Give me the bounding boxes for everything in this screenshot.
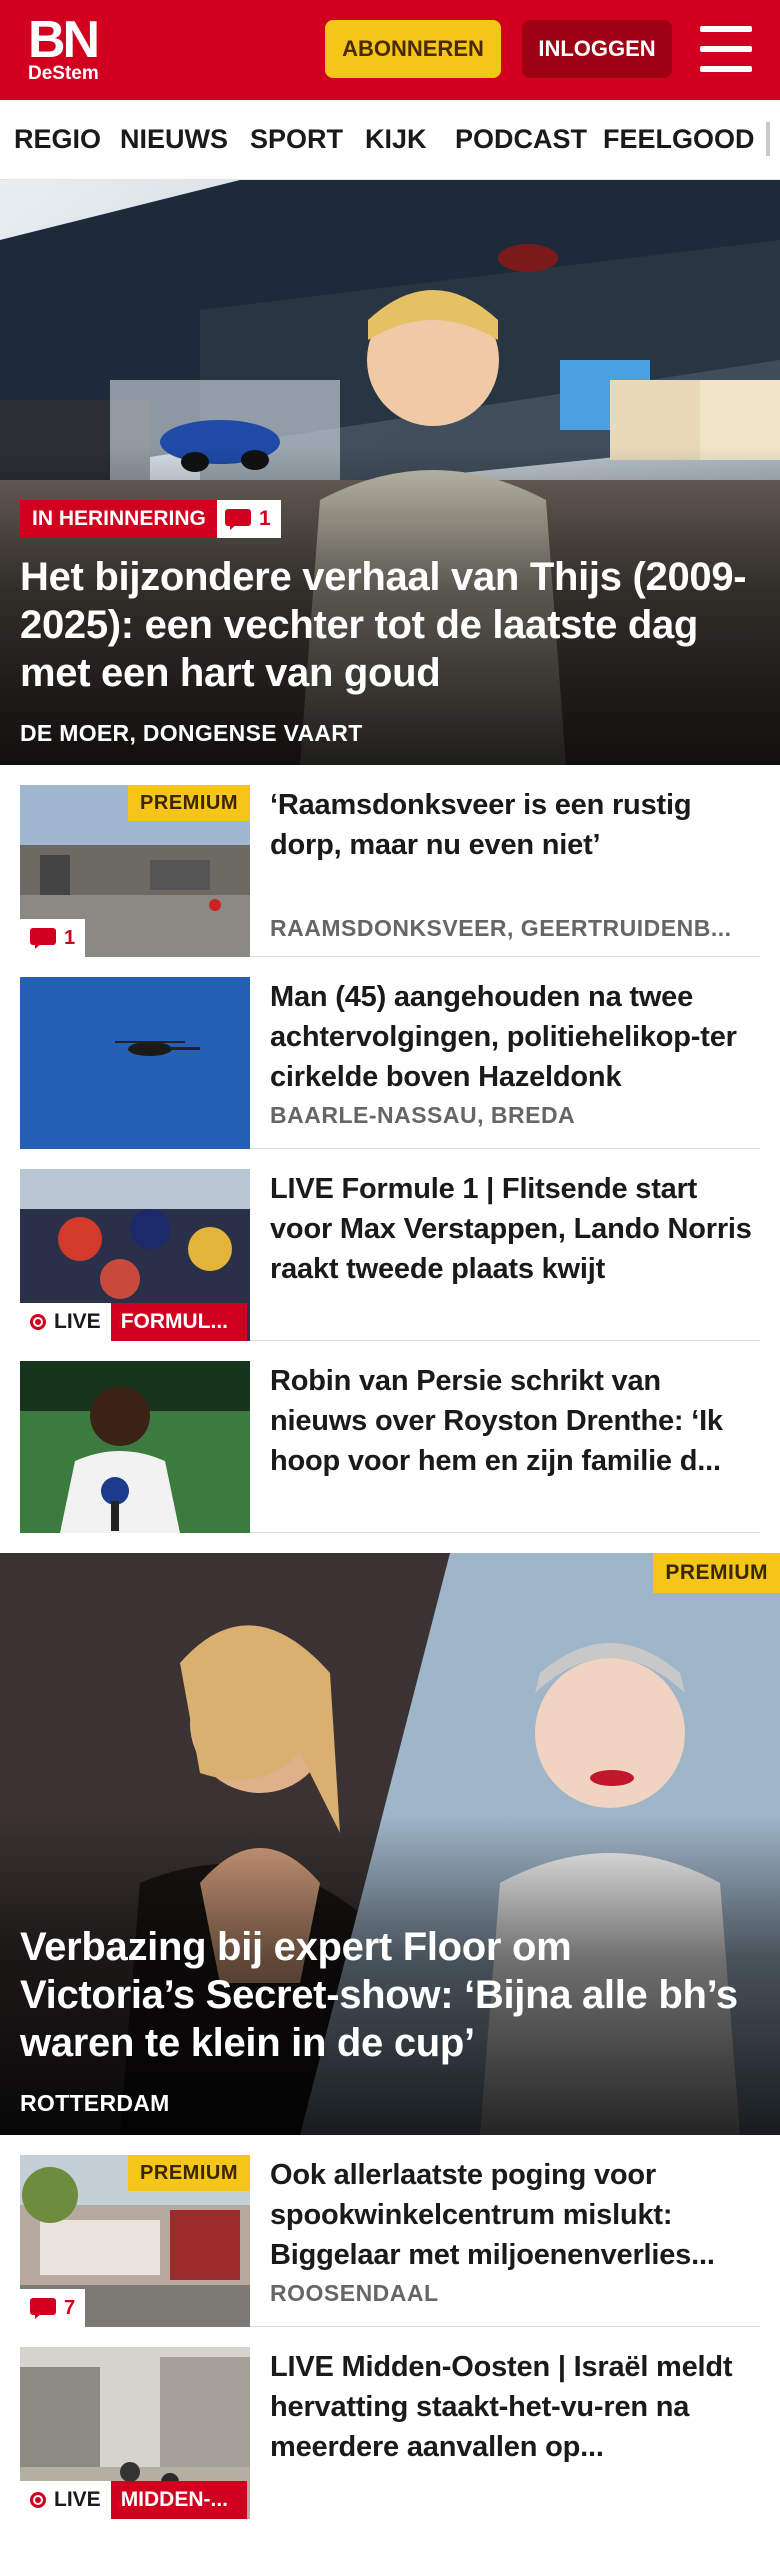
live-dot-icon (30, 2492, 46, 2508)
subscribe-button[interactable]: ABONNEREN (325, 20, 501, 78)
comment-bubble-icon (225, 509, 251, 530)
comment-count: 7 (64, 2296, 76, 2319)
article-row[interactable]: PREMIUM 1 ‘Raamsdonksveer is een rustig … (20, 785, 760, 957)
comment-count: 1 (64, 926, 76, 949)
nav-item-nieuws[interactable]: NIEUWS (120, 100, 228, 178)
category-tag: IN HERINNERING (20, 500, 218, 538)
hero-location: DE MOER, DONGENSE VAART (20, 720, 363, 746)
article-thumbnail: LIVE MIDDEN-... (20, 2347, 250, 2519)
nav-item-kijk[interactable]: KIJK (365, 100, 427, 178)
nav-item-regio[interactable]: REGIO (14, 100, 101, 178)
article-thumbnail (20, 977, 250, 1149)
premium-badge: PREMIUM (128, 2155, 250, 2191)
hero-headline[interactable]: Verbazing bij expert Floor om Victoria’s… (20, 1923, 756, 2067)
comment-count-badge[interactable]: 7 (20, 2289, 86, 2327)
bn-destem-logo[interactable]: BN DeStem (28, 14, 112, 86)
article-headline[interactable]: Ook allerlaatste poging voor spookwinkel… (270, 2155, 760, 2275)
article-row[interactable]: Man (45) aangehouden na twee achtervolgi… (20, 977, 760, 1149)
live-dot-icon (30, 1314, 46, 1330)
article-row[interactable]: LIVE FORMUL... LIVE Formule 1 | Flitsend… (20, 1169, 760, 1341)
live-topic: MIDDEN-... (110, 2481, 247, 2519)
article-thumbnail: LIVE FORMUL... (20, 1169, 250, 1341)
live-topic: FORMUL... (110, 1303, 247, 1341)
premium-badge: PREMIUM (128, 785, 250, 821)
main-navigation: REGIO NIEUWS SPORT KIJK PODCAST FEELGOOD (0, 100, 780, 180)
article-headline[interactable]: Robin van Persie schrikt van nieuws over… (270, 1361, 760, 1481)
article-thumbnail (20, 1361, 250, 1533)
article-thumbnail: PREMIUM 1 (20, 785, 250, 957)
article-location: ROOSENDAAL (270, 2280, 439, 2306)
article-row[interactable]: LIVE MIDDEN-... LIVE Midden-Oosten | Isr… (20, 2347, 760, 2519)
nav-overflow-indicator (766, 122, 770, 156)
logo-main-text: BN (28, 11, 100, 69)
comment-count: 1 (259, 507, 271, 530)
comment-bubble-icon (30, 2298, 56, 2319)
article-row[interactable]: PREMIUM 7 Ook allerlaatste poging voor s… (20, 2155, 760, 2327)
site-header: BN DeStem ABONNEREN INLOGGEN (0, 0, 780, 100)
article-location: RAAMSDONKSVEER, GEERTRUIDENB... (270, 915, 732, 941)
article-headline[interactable]: Man (45) aangehouden na twee achtervolgi… (270, 977, 760, 1097)
article-location: BAARLE-NASSAU, BREDA (270, 1102, 576, 1128)
nav-item-feelgood[interactable]: FEELGOOD (603, 100, 755, 178)
comment-count-badge[interactable]: 1 (217, 500, 281, 538)
article-headline[interactable]: ‘Raamsdonksveer is een rustig dorp, maar… (270, 785, 760, 865)
hamburger-menu-icon[interactable] (700, 26, 752, 72)
article-headline[interactable]: LIVE Midden-Oosten | Israël meldt hervat… (270, 2347, 760, 2467)
nav-item-sport[interactable]: SPORT (250, 100, 343, 178)
comment-bubble-icon (30, 928, 56, 949)
live-indicator[interactable]: LIVE MIDDEN-... (20, 2481, 247, 2519)
live-label: LIVE (54, 1310, 101, 1333)
nav-item-podcast[interactable]: PODCAST (455, 100, 587, 178)
comment-count-badge[interactable]: 1 (20, 919, 86, 957)
hero-headline[interactable]: Het bijzondere verhaal van Thijs (2009-2… (20, 553, 756, 697)
login-button[interactable]: INLOGGEN (522, 20, 672, 78)
hero-location: ROTTERDAM (20, 2090, 170, 2116)
article-headline[interactable]: LIVE Formule 1 | Flitsende start voor Ma… (270, 1169, 760, 1289)
live-indicator[interactable]: LIVE FORMUL... (20, 1303, 247, 1341)
logo-sub-text: DeStem (28, 63, 99, 84)
premium-badge: PREMIUM (653, 1553, 780, 1593)
hero-article-thijs[interactable]: IN HERINNERING 1 Het bijzondere verhaal … (0, 180, 780, 765)
article-thumbnail: PREMIUM 7 (20, 2155, 250, 2327)
article-row[interactable]: Robin van Persie schrikt van nieuws over… (20, 1361, 760, 1533)
hero-article-floor[interactable]: PREMIUM Verbazing bij expert Floor om Vi… (0, 1553, 780, 2135)
live-label: LIVE (54, 2488, 101, 2511)
